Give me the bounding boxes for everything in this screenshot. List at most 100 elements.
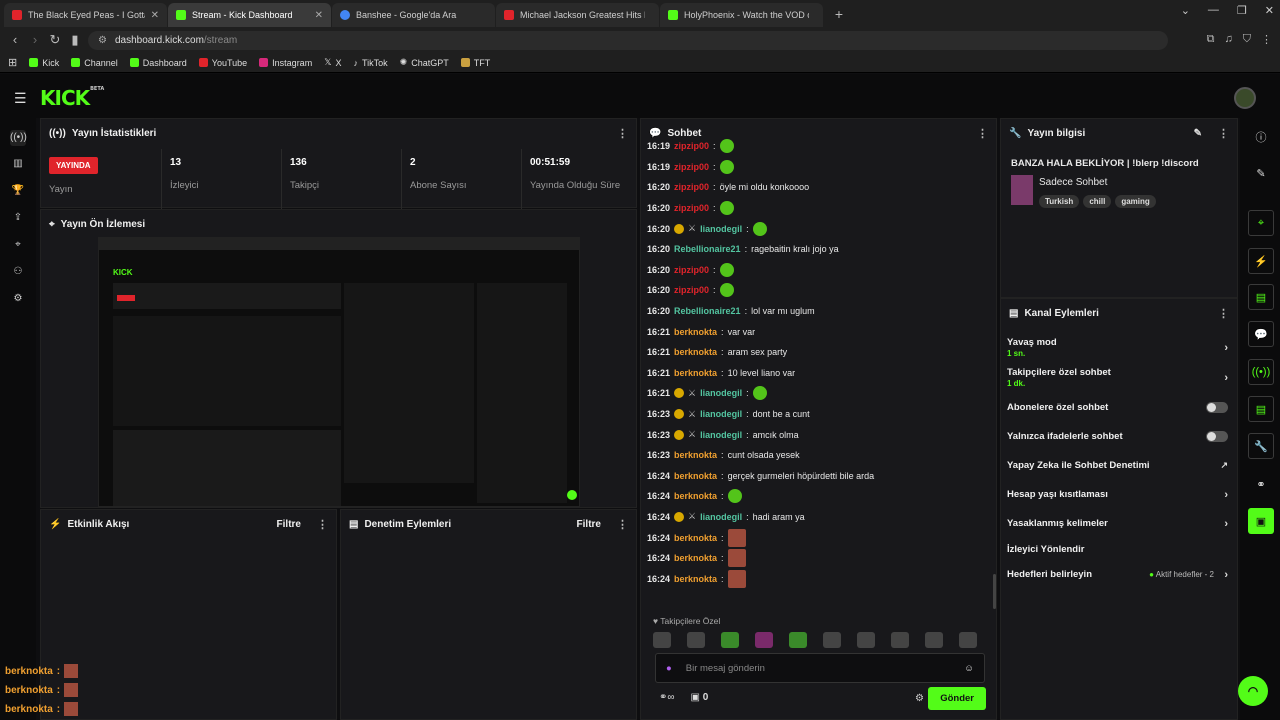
launch-icon[interactable]: ▣: [1248, 508, 1274, 534]
chat-message[interactable]: 16:21 berknokta: aram sex party: [647, 342, 987, 363]
emote-button[interactable]: [755, 632, 773, 648]
kick-logo[interactable]: KICKBETA: [40, 86, 104, 110]
analytics-icon[interactable]: ▥: [10, 156, 26, 172]
chat-message[interactable]: 16:20 zipzip00:: [647, 198, 987, 219]
stream-preview-video[interactable]: KICK: [98, 237, 580, 507]
minimize-icon[interactable]: —: [1208, 4, 1219, 17]
more-icon[interactable]: ⋮: [617, 127, 628, 140]
chat-message[interactable]: 16:24 berknokta:: [647, 568, 987, 589]
ai-moderation-row[interactable]: Yapay Zeka ile Sohbet Denetimi ↗: [1007, 460, 1232, 471]
followers-only-row[interactable]: Takipçilere özel sohbet 1 dk. ›: [1007, 367, 1232, 388]
extensions-icon[interactable]: ⧉: [1207, 33, 1215, 46]
chat-username[interactable]: zipzip00: [674, 182, 709, 192]
apps-icon[interactable]: ⊞: [8, 56, 17, 69]
bookmark-channel[interactable]: Channel: [71, 58, 118, 68]
chat-username[interactable]: berknokta: [674, 368, 717, 378]
emote-button[interactable]: [687, 632, 705, 648]
more-icon[interactable]: ⋮: [317, 518, 328, 531]
tab-search-icon[interactable]: ⌄: [1181, 4, 1190, 17]
maximize-icon[interactable]: ❐: [1237, 4, 1247, 17]
filter-button[interactable]: Filtre: [277, 519, 301, 530]
chat-message[interactable]: 16:21 ⚔ lianodegil:: [647, 383, 987, 404]
stream-info-toggle-icon[interactable]: 🔧: [1248, 433, 1274, 459]
chat-username[interactable]: lianodegil: [700, 388, 742, 398]
chat-username[interactable]: berknokta: [674, 491, 717, 501]
emotes-only-toggle[interactable]: [1206, 431, 1228, 442]
preview-toggle-icon[interactable]: ⌖: [1248, 210, 1274, 236]
mic-icon[interactable]: ●: [666, 663, 672, 674]
back-icon[interactable]: ‹: [4, 32, 26, 47]
moderation-toggle-icon[interactable]: ▤: [1248, 284, 1274, 310]
chat-settings-icon[interactable]: ⚙: [915, 693, 924, 704]
hamburger-menu-icon[interactable]: ☰: [14, 90, 27, 107]
chat-message[interactable]: 16:19 zipzip00:: [647, 157, 987, 178]
account-age-row[interactable]: Hesap yaşı kısıtlaması ›: [1007, 489, 1232, 501]
emote-button[interactable]: [721, 632, 739, 648]
send-button[interactable]: Gönder: [928, 687, 986, 710]
settings-icon[interactable]: ⚙: [10, 291, 26, 307]
emote-button[interactable]: [653, 632, 671, 648]
chat-message[interactable]: 16:23 ⚔ lianodegil: amcık olma: [647, 424, 987, 445]
info-icon[interactable]: ⓘ: [1248, 124, 1274, 150]
share-icon[interactable]: ⚭: [1248, 471, 1274, 497]
browser-tab-active[interactable]: Stream - Kick Dashboard ✕: [168, 3, 331, 27]
chat-username[interactable]: zipzip00: [674, 203, 709, 213]
chat-message[interactable]: 16:23 berknokta: cunt olsada yesek: [647, 445, 987, 466]
chat-username[interactable]: berknokta: [674, 533, 717, 543]
chat-username[interactable]: Rebellionaire21: [674, 244, 741, 254]
goals-row[interactable]: Hedefleri belirleyin ● Aktif hedefler - 2…: [1007, 569, 1232, 581]
bookmark-dashboard[interactable]: Dashboard: [129, 58, 187, 68]
chat-scrollbar[interactable]: [993, 574, 996, 609]
forward-icon[interactable]: ›: [24, 32, 46, 47]
edit-icon[interactable]: ✎: [1194, 128, 1202, 139]
emote-button[interactable]: [823, 632, 841, 648]
channel-actions-toggle-icon[interactable]: ▤: [1248, 396, 1274, 422]
close-window-icon[interactable]: ✕: [1265, 4, 1274, 17]
avatar[interactable]: [1234, 87, 1256, 109]
chat-username[interactable]: Rebellionaire21: [674, 306, 741, 316]
bookmark-youtube[interactable]: YouTube: [198, 58, 247, 68]
bookmark-icon[interactable]: ▮: [64, 32, 86, 48]
chat-username[interactable]: lianodegil: [700, 409, 742, 419]
slow-mode-row[interactable]: Yavaş mod 1 sn. ›: [1007, 337, 1232, 358]
chat-username[interactable]: lianodegil: [700, 512, 742, 522]
bookmark-tft[interactable]: TFT: [460, 58, 490, 68]
emote-button[interactable]: [891, 632, 909, 648]
upload-icon[interactable]: ⇪: [10, 210, 26, 226]
shield-icon[interactable]: ⛉: [1243, 33, 1251, 46]
emote-button[interactable]: [789, 632, 807, 648]
chat-message[interactable]: 16:20 zipzip00:: [647, 280, 987, 301]
reload-icon[interactable]: ↻: [44, 32, 66, 48]
chat-username[interactable]: berknokta: [674, 450, 717, 460]
chat-username[interactable]: zipzip00: [674, 141, 709, 151]
close-icon[interactable]: ✕: [151, 10, 159, 21]
chat-username[interactable]: zipzip00: [674, 265, 709, 275]
more-icon[interactable]: ⋮: [617, 518, 628, 531]
emoji-icon[interactable]: ☺: [964, 663, 974, 674]
stats-toggle-icon[interactable]: ((•)): [1248, 359, 1274, 385]
subs-only-toggle[interactable]: [1206, 402, 1228, 413]
chat-message[interactable]: 16:21 berknokta:10 level liano var: [647, 363, 987, 384]
chat-message[interactable]: 16:20 Rebellionaire21: ragebaitin kralı jo…: [647, 239, 987, 260]
browser-tab[interactable]: Banshee - Google'da Ara: [332, 3, 495, 27]
chat-username[interactable]: lianodegil: [700, 224, 742, 234]
more-icon[interactable]: ⋮: [1218, 307, 1229, 320]
more-icon[interactable]: ⋮: [1218, 127, 1229, 140]
users-icon[interactable]: ⚇: [10, 264, 26, 280]
redirect-viewers-row[interactable]: İzleyici Yönlendir: [1007, 544, 1232, 555]
menu-icon[interactable]: ⋮: [1261, 33, 1272, 46]
stream-icon[interactable]: ((•)): [10, 130, 27, 146]
chat-username[interactable]: berknokta: [674, 327, 717, 337]
chat-username[interactable]: lianodegil: [700, 430, 742, 440]
chat-input[interactable]: ● Bir mesaj gönderin ☺: [655, 653, 985, 683]
chat-username[interactable]: zipzip00: [674, 285, 709, 295]
browser-tab[interactable]: The Black Eyed Peas - I Gotta Feeling ✕: [4, 3, 167, 27]
chat-username[interactable]: berknokta: [674, 347, 717, 357]
chat-toggle-icon[interactable]: 💬: [1248, 321, 1274, 347]
chat-message[interactable]: 16:20 Rebellionaire21: lol var mı uglum: [647, 301, 987, 322]
chest-icon[interactable]: ▣ 0: [691, 692, 709, 703]
filter-button[interactable]: Filtre: [577, 519, 601, 530]
emote-button[interactable]: [959, 632, 977, 648]
bookmark-x[interactable]: 𝕏X: [324, 57, 341, 68]
browser-tab[interactable]: HolyPhoenix - Watch the VOD on Ki: [660, 3, 823, 27]
